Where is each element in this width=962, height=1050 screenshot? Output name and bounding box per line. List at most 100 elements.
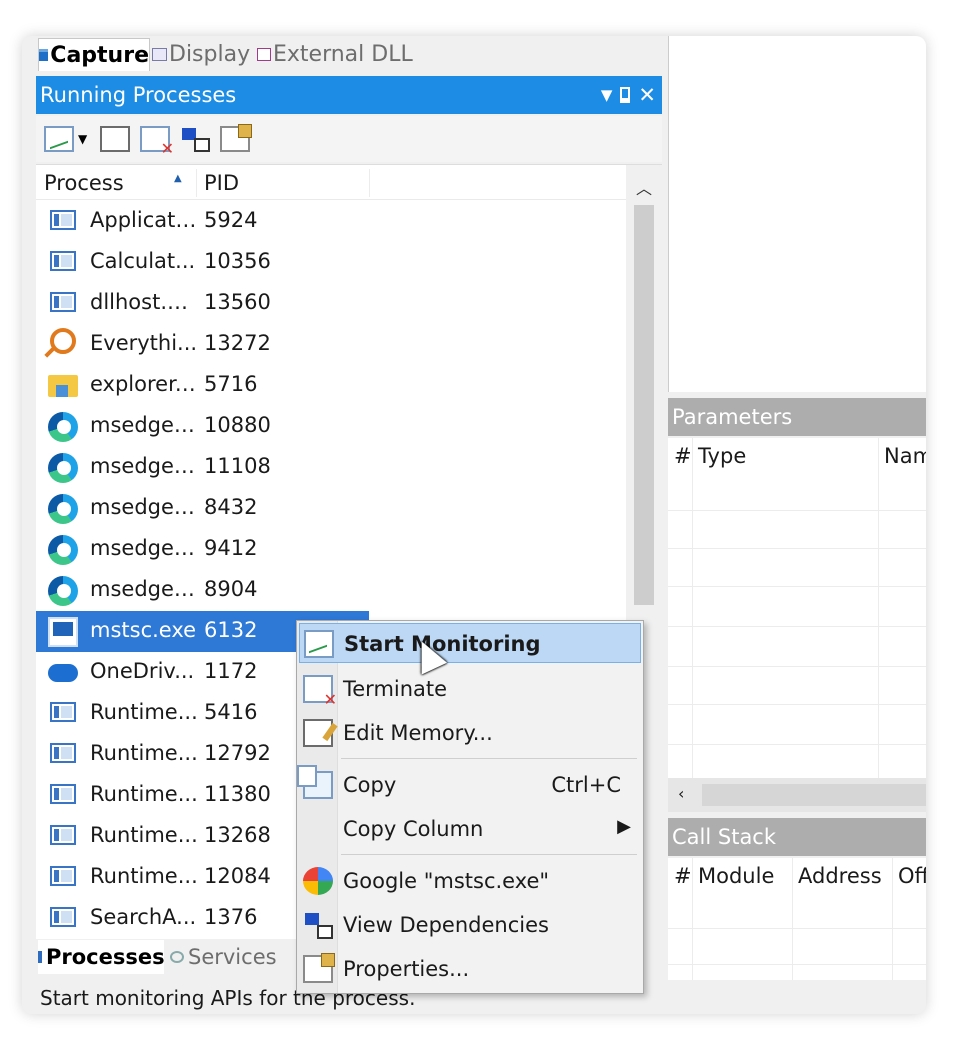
call-stack-col-address[interactable]: Address (798, 864, 882, 888)
menu-item-copy[interactable]: Copy Ctrl+C (297, 765, 641, 805)
app-window-icon (50, 907, 76, 927)
process-row[interactable]: msedge.... 8432 (36, 488, 369, 529)
process-row[interactable]: Calculat... 10356 (36, 242, 369, 283)
tab-external-dll[interactable]: External DLL (257, 38, 413, 70)
tab-services[interactable]: Services (170, 940, 277, 974)
google-icon (303, 867, 333, 895)
parameters-col-number[interactable]: # (674, 444, 692, 468)
column-header-process[interactable]: Process (44, 171, 124, 195)
scroll-left-icon[interactable]: ‹ (678, 784, 684, 803)
process-name: msedge.... (90, 413, 198, 437)
call-stack-col-offset[interactable]: Off (898, 864, 926, 888)
tab-display[interactable]: Display (152, 38, 250, 70)
menu-item-copy-column[interactable]: Copy Column ▶ (299, 809, 641, 849)
process-pid: 10880 (204, 413, 271, 437)
tab-capture-label: Capture (50, 42, 149, 68)
process-name: dllhost.e... (90, 290, 198, 314)
grid-line (668, 704, 926, 705)
menu-item-start-monitoring[interactable]: Start Monitoring (299, 623, 641, 663)
menu-item-terminate[interactable]: Terminate (299, 669, 641, 709)
process-pid: 1376 (204, 905, 258, 929)
process-pid: 13268 (204, 823, 271, 847)
close-icon[interactable]: ✕ (638, 83, 656, 107)
process-name: msedge.... (90, 495, 198, 519)
process-row[interactable]: msedge.... 9412 (36, 529, 369, 570)
edge-icon (48, 412, 78, 442)
app-window-icon (50, 251, 76, 271)
menu-item-label: Google "mstsc.exe" (343, 869, 550, 893)
menu-item-edit-memory[interactable]: Edit Memory... (299, 713, 641, 753)
grid-line (668, 964, 926, 965)
process-name: msedge.... (90, 577, 198, 601)
properties-icon[interactable] (220, 124, 252, 152)
edge-icon (48, 576, 78, 606)
process-name: Runtime... (90, 700, 198, 724)
process-name: mstsc.exe (90, 618, 197, 642)
tab-external-dll-label: External DLL (273, 41, 413, 67)
process-pid: 5416 (204, 700, 258, 724)
parameters-horizontal-scrollbar[interactable]: ‹ (668, 778, 926, 812)
scroll-up-icon[interactable]: ︿ (636, 175, 652, 199)
app-window-icon (50, 866, 76, 886)
grid-line (792, 858, 793, 980)
grid-line (668, 928, 926, 929)
parameters-col-name[interactable]: Nam (884, 444, 926, 468)
terminate-icon[interactable] (140, 126, 174, 158)
edit-memory-icon (303, 719, 333, 747)
process-row[interactable]: Everythi... 13272 (36, 324, 369, 365)
grid-line (692, 858, 693, 980)
process-name: Applicati... (90, 208, 198, 232)
call-stack-col-number[interactable]: # (674, 864, 692, 888)
menu-item-label: Properties... (343, 957, 470, 981)
menu-item-view-dependencies[interactable]: View Dependencies (299, 905, 641, 945)
scrollbar-thumb[interactable] (634, 205, 654, 605)
process-pid: 8432 (204, 495, 258, 519)
call-stack-col-module[interactable]: Module (698, 864, 774, 888)
dropdown-arrow-icon[interactable]: ▼ (78, 132, 90, 146)
parameters-col-type[interactable]: Type (698, 444, 746, 468)
tab-processes[interactable]: Processes (38, 940, 165, 974)
dll-icon (257, 47, 271, 61)
start-monitoring-icon[interactable] (44, 126, 74, 152)
menu-item-google[interactable]: Google "mstsc.exe" (299, 861, 641, 901)
column-divider[interactable] (196, 169, 197, 197)
grid-line (668, 626, 926, 627)
process-name: OneDriv... (90, 659, 195, 683)
tab-services-label: Services (188, 945, 277, 969)
process-row[interactable]: dllhost.e... 13560 (36, 283, 369, 324)
menu-item-properties[interactable]: Properties... (299, 949, 641, 989)
process-row[interactable]: Applicati... 5924 (36, 201, 369, 242)
pin-icon[interactable] (620, 87, 631, 103)
panel-header-buttons: ▼ ✕ (601, 76, 656, 114)
sort-ascending-icon: ▲ (174, 173, 182, 184)
process-row[interactable]: msedge.... 10880 (36, 406, 369, 447)
dropdown-icon[interactable]: ▼ (601, 86, 613, 104)
process-pid: 11108 (204, 454, 271, 478)
menu-separator (341, 758, 637, 759)
parameters-grid[interactable]: # Type Nam (668, 438, 926, 778)
capture-icon (39, 49, 49, 61)
process-pid: 11380 (204, 782, 271, 806)
column-divider[interactable] (369, 169, 370, 197)
summary-pane (668, 36, 926, 392)
onedrive-icon (48, 664, 78, 682)
tab-capture[interactable]: Capture (38, 38, 150, 71)
grid-line (668, 744, 926, 745)
running-processes-header: Running Processes ▼ ✕ (36, 76, 662, 114)
parameters-header: Parameters (668, 398, 926, 436)
process-row[interactable]: explorer.... 5716 (36, 365, 369, 406)
app-window-icon (50, 292, 76, 312)
view-dependencies-icon[interactable] (180, 126, 210, 152)
process-pid: 13272 (204, 331, 271, 355)
process-pid: 1172 (204, 659, 258, 683)
app-window-icon (50, 702, 76, 722)
grid-line (878, 438, 879, 778)
edge-icon (48, 535, 78, 565)
edit-memory-icon[interactable] (100, 126, 130, 152)
process-row[interactable]: msedge.... 8904 (36, 570, 369, 611)
call-stack-grid[interactable]: # Module Address Off (668, 858, 926, 980)
scrollbar-thumb[interactable] (702, 784, 926, 806)
column-header-pid[interactable]: PID (204, 171, 239, 195)
process-context-menu: Start Monitoring Terminate Edit Memory..… (296, 620, 644, 994)
process-row[interactable]: msedge.... 11108 (36, 447, 369, 488)
